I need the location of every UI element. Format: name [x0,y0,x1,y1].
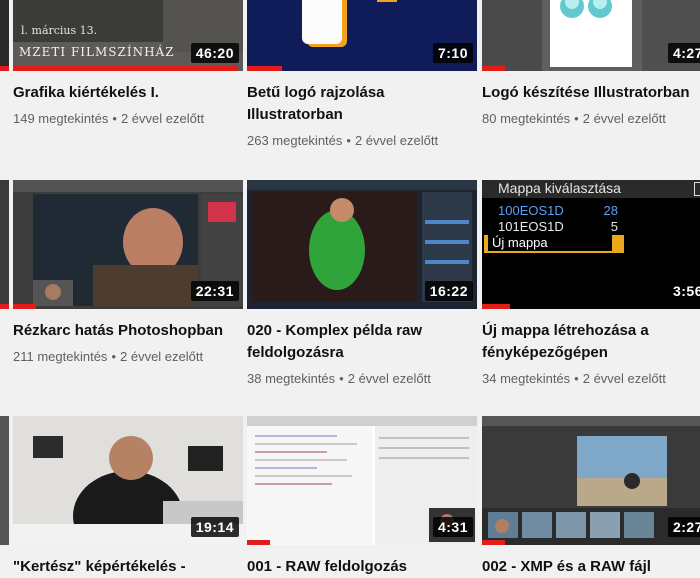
video-thumbnail[interactable]: l. március 13. MZETI FILMSZÍNHÁZ 46:20 [13,0,243,71]
video-card[interactable]: 19:14 "Kertész" képértékelés - [13,416,243,578]
video-title[interactable]: 002 - XMP és a RAW fájl [482,556,700,578]
view-count: 263 megtekintés [247,133,343,148]
video-card[interactable]: 22:31 Rézkarc hatás Photoshopban 211 meg… [13,180,243,366]
watch-progress [247,540,270,545]
camera-menu-highlight: Új mappa [484,234,624,253]
video-thumbnail[interactable]: Mappa kiválasztása 100EOS1D 28 101EOS1D 5 … [482,180,700,309]
video-duration: 2:27 [667,517,700,537]
camera-menu-row: 101EOS1D 5 [498,219,618,234]
video-card[interactable]: 4:31 001 - RAW feldolgozás [247,416,477,578]
watch-progress [247,66,282,71]
meta-separator: • [339,371,344,386]
watch-progress [482,540,505,545]
video-meta: 80 megtekintés • 2 évvel ezelőtt [482,110,700,128]
upload-age: 2 évvel ezelőtt [582,111,666,126]
meta-separator: • [346,133,351,148]
video-meta: 34 megtekintés • 2 évvel ezelőtt [482,370,700,388]
upload-age: 2 évvel ezelőtt [354,133,439,148]
upload-age: 2 évvel ezelőtt [120,111,205,126]
video-thumbnail[interactable]: 19:14 [13,416,243,545]
video-thumbnail[interactable]: 2:27 [482,416,700,545]
partial-thumbnail[interactable] [0,180,9,309]
video-title[interactable]: 001 - RAW feldolgozás [247,556,477,578]
video-card[interactable]: 7:10 Betű logó rajzolása Illustratorban … [247,0,477,150]
video-title[interactable]: "Kertész" képértékelés - [13,556,243,578]
partial-thumbnail[interactable] [0,416,9,545]
upload-age: 2 évvel ezelőtt [120,349,204,364]
video-title[interactable]: Betű logó rajzolása Illustratorban [247,82,477,126]
video-title[interactable]: Grafika kiértékelés I. [13,82,243,104]
upload-age: 2 évvel ezelőtt [582,371,666,386]
thumb-text-venue: MZETI FILMSZÍNHÁZ [19,44,175,59]
video-duration: 3:56 [667,281,700,301]
video-thumbnail[interactable]: 4:27 [482,0,700,71]
view-count: 211 megtekintés [13,349,108,364]
view-count: 38 megtekintés [247,371,336,386]
video-meta: 211 megtekintés • 2 évvel ezelőtt [13,348,243,366]
video-meta: 38 megtekintés • 2 évvel ezelőtt [247,370,477,388]
video-thumbnail[interactable]: 4:31 [247,416,477,545]
thumb-text-date: l. március 13. [21,24,97,37]
view-count: 149 megtekintés [13,111,109,126]
video-duration: 46:20 [190,43,239,63]
video-title[interactable]: Logó készítése Illustratorban [482,82,700,104]
partial-thumbnail[interactable] [0,0,9,71]
video-grid: l. március 13. MZETI FILMSZÍNHÁZ 46:20 G… [0,0,700,578]
video-duration: 7:10 [432,43,473,63]
camera-menu-title: Mappa kiválasztása [498,180,621,196]
camera-menu-row: 100EOS1D 28 [498,203,618,218]
watch-progress [13,304,36,309]
video-card[interactable]: 16:22 020 - Komplex példa raw feldolgozá… [247,180,477,388]
video-title[interactable]: Rézkarc hatás Photoshopban [13,320,243,342]
video-duration: 4:31 [432,517,473,537]
watch-progress [13,66,239,71]
view-count: 80 megtekintés [482,111,571,126]
watch-progress [482,304,510,309]
video-thumbnail[interactable]: 7:10 [247,0,477,71]
video-card[interactable]: Mappa kiválasztása 100EOS1D 28 101EOS1D 5 … [482,180,700,388]
video-card[interactable]: 2:27 002 - XMP és a RAW fájl [482,416,700,578]
meta-separator: • [111,349,116,364]
meta-separator: • [574,371,579,386]
camera-menu-icon [694,182,700,196]
video-duration: 4:27 [667,43,700,63]
video-duration: 16:22 [424,281,473,301]
video-meta: 149 megtekintés • 2 évvel ezelőtt [13,110,243,128]
video-duration: 19:14 [190,517,239,537]
video-thumbnail[interactable]: 16:22 [247,180,477,309]
video-title[interactable]: 020 - Komplex példa raw feldolgozásra [247,320,477,364]
watch-progress [482,66,505,71]
video-card[interactable]: l. március 13. MZETI FILMSZÍNHÁZ 46:20 G… [13,0,243,128]
meta-separator: • [112,111,117,126]
meta-separator: • [574,111,579,126]
video-meta: 263 megtekintés • 2 évvel ezelőtt [247,132,477,150]
video-card[interactable]: 4:27 Logó készítése Illustratorban 80 me… [482,0,700,128]
view-count: 34 megtekintés [482,371,571,386]
video-title[interactable]: Új mappa létrehozása a fényképezőgépen [482,320,700,364]
video-thumbnail[interactable]: 22:31 [13,180,243,309]
video-duration: 22:31 [190,281,239,301]
upload-age: 2 évvel ezelőtt [347,371,431,386]
